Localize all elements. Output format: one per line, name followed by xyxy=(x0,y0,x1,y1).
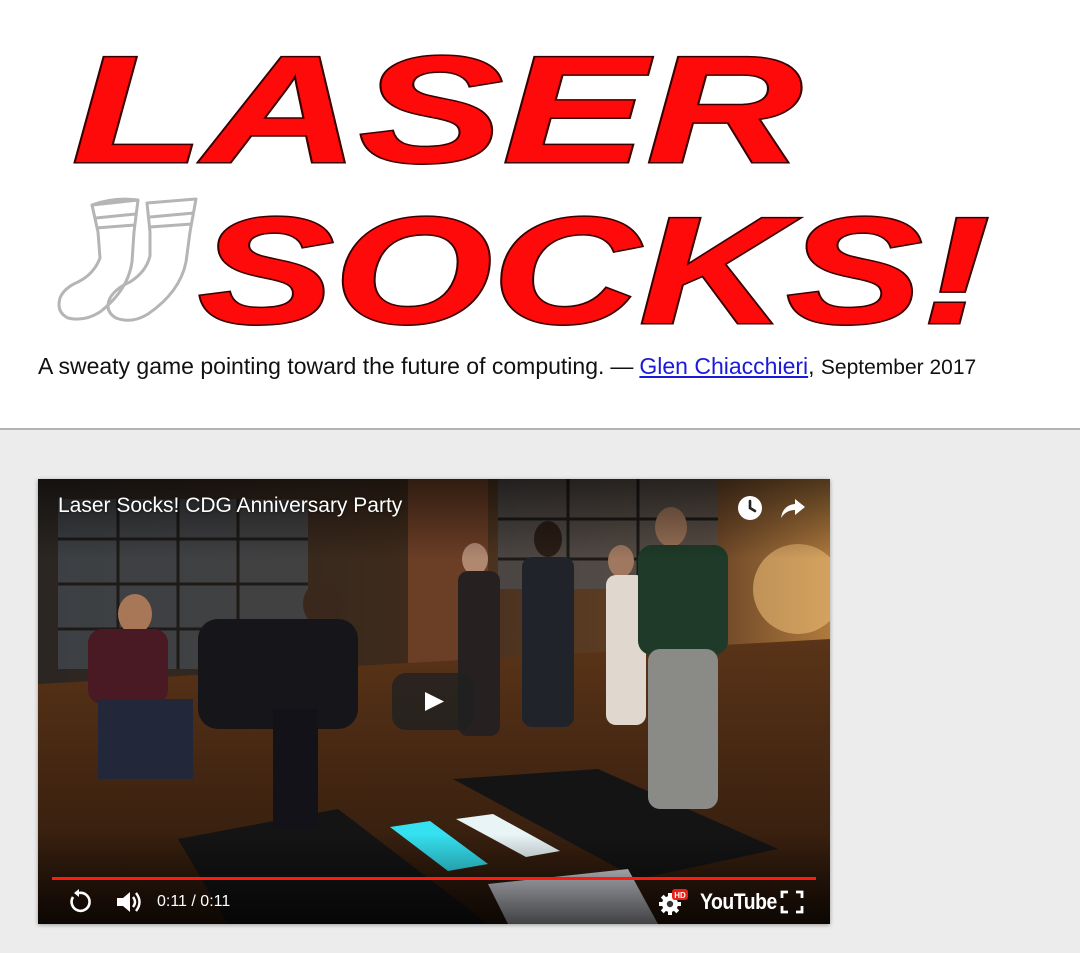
clock-icon xyxy=(738,496,762,520)
logo-line-laser: LASER xyxy=(72,25,802,195)
video-player[interactable]: Laser Socks! CDG Anniversary Party 0:11 xyxy=(38,479,830,924)
play-button[interactable] xyxy=(392,673,474,730)
tagline-dash: — xyxy=(610,353,634,379)
author-link[interactable]: Glen Chiacchieri xyxy=(639,353,808,379)
play-icon xyxy=(425,692,444,711)
current-time: 0:11 xyxy=(157,893,187,910)
progress-bar[interactable] xyxy=(52,877,816,880)
share-arrow-icon xyxy=(781,499,805,518)
video-title[interactable]: Laser Socks! CDG Anniversary Party xyxy=(58,494,402,518)
gear-icon: HD xyxy=(659,889,688,915)
publish-date: September 2017 xyxy=(820,356,977,379)
fullscreen-button[interactable] xyxy=(780,890,804,914)
progress-fill xyxy=(52,877,816,880)
watch-later-button[interactable] xyxy=(735,493,765,523)
tagline: A sweaty game pointing toward the future… xyxy=(38,353,976,380)
video-top-overlay xyxy=(38,479,830,559)
settings-button[interactable]: HD xyxy=(658,888,688,916)
youtube-logo[interactable]: YouTube xyxy=(700,889,777,915)
time-display: 0:11 / 0:11 xyxy=(157,893,230,911)
page-header: LASER SOCKS! A sweaty game pointing towa… xyxy=(0,0,1080,429)
replay-icon xyxy=(70,889,91,913)
share-button[interactable] xyxy=(778,493,808,523)
replay-button[interactable] xyxy=(66,889,92,915)
socks-icon xyxy=(57,197,198,322)
laser-socks-logo: LASER SOCKS! xyxy=(57,24,992,345)
tagline-text: A sweaty game pointing toward the future… xyxy=(38,353,605,379)
logo-line-socks: SOCKS! xyxy=(198,186,990,345)
volume-button[interactable] xyxy=(115,889,143,915)
hd-badge: HD xyxy=(674,891,686,900)
duration: 0:11 xyxy=(200,893,231,910)
volume-icon xyxy=(117,892,141,912)
author-separator: , xyxy=(808,353,815,379)
fullscreen-icon xyxy=(780,890,804,914)
time-separator: / xyxy=(186,893,201,910)
